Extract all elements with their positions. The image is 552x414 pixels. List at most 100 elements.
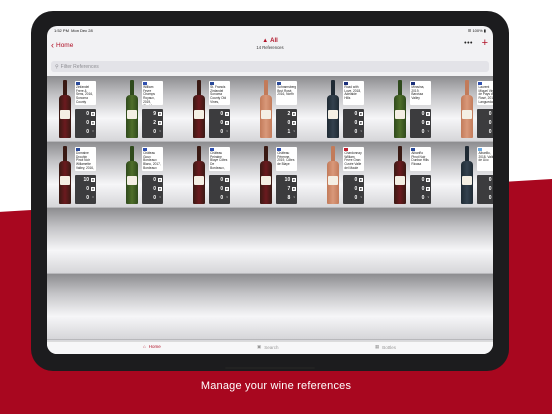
bottle-icon [126,80,139,138]
wine-reference-card[interactable]: Chardonnay William Fevre Gran Cuvée Vall… [324,144,365,206]
bottle-count-icon: ▤ [225,112,230,116]
wine-reference-card[interactable]: Château Pérenne, 2019, Côtes de Blaye 10 ▤… [257,144,298,206]
rack-count-icon: ▤ [225,121,230,125]
wine-reference-card[interactable]: Château Peiraine Blaye Côtes De Bordeaux… [190,144,231,206]
glass-icon: ▿ [159,129,161,133]
bottle-icon [461,146,474,204]
wine-name: Albariño Pinot Noir Dunbar Hills Ricasa [411,151,429,167]
bottle-count-icon: ▤ [359,178,364,182]
stock-counts: 9 ▤ 2 ▤ 0 ▿ [142,109,164,138]
wine-rack-icon: ▲ [262,38,269,44]
bottle-count-icon: ▤ [158,178,163,182]
stock-counts: 0▤0▤0▿ [142,175,164,204]
bottle-count-icon: ▤ [225,178,230,182]
rack-count-icon: ▤ [225,187,230,191]
wine-name: Château Goux Bordeaux Blanc, 2017, Borde… [143,151,161,170]
bottle-count-icon: ▤ [91,178,95,182]
wine-reference-card[interactable]: Miravina, 2019, Barossa Valley 0 ▤ 0 ▤ 0 ▿ [391,78,432,140]
status-bar: 1:52 PM Mon Dec 28 ☰ 100% ▮ [47,26,493,35]
count-value: 1 [287,129,291,135]
rack-count-icon: ▤ [359,121,364,125]
bottle-icon [126,146,139,204]
count-value: 0 [86,120,89,126]
rack-count-icon: ▤ [158,187,163,191]
wine-info: Schramsberg Brut Rosé, 2016, North [276,81,298,105]
navigation-bar: ‹ Home ▲ All 14 References ••• + [47,35,493,59]
shelf-row: Domaine Drouhin Pinot Noir Willamette Va… [56,144,493,206]
wine-reference-card[interactable]: William Fevre Champs Royaux, 2019, Chabl… [123,78,164,140]
stock-counts: 2 ▤ 0 ▤ 1 ▿ [276,109,298,138]
wine-reference-card[interactable]: Albarillo, 2018, Valle de Uco 0▤0▤0▿ [458,144,493,206]
tab-home[interactable]: ⌂ Home [143,344,161,349]
bottle-count-icon: ▤ [426,112,431,116]
bottle-label [462,176,473,185]
bottle-icon [193,80,206,138]
bottle-count-icon: ▤ [426,178,431,182]
glass-icon: ▿ [360,195,363,199]
wine-info: Chardonnay William Fevre Gran Cuvée Vall… [343,147,365,171]
rack-count-icon: ▤ [91,121,95,125]
count-value: 0 [153,129,157,135]
count-value: 0 [220,177,224,183]
count-value: 0 [354,111,358,117]
stock-counts: 10 ▤ 7 ▤ 8 ▿ [276,175,298,204]
wine-name: Domaine Drouhin Pinot Noir Willamette Va… [76,151,94,170]
wine-info: Albarillo, 2018, Valle de Uco [477,147,493,171]
count-value: 0 [220,186,224,192]
bottle-icon [327,80,340,138]
stock-counts: 0▤0▤0▿ [209,109,231,138]
bottle-icon [59,146,71,204]
count-value: 0 [86,129,89,135]
add-button[interactable]: + [482,37,488,49]
wine-info: Château Pérenne, 2019, Côtes de Blaye [276,147,298,171]
bottle-icon [394,146,407,204]
wine-reference-card[interactable]: Albariño Pinot Noir Dunbar Hills Ricasa 0… [391,144,432,206]
count-value: 0 [421,111,425,117]
count-value: 2 [287,111,291,117]
wine-name: St. Francis Zinfandel Sonoma County Old … [210,85,227,104]
wine-name: William Fevre Champs Royaux, 2019, Chabl… [143,85,155,105]
tab-bottles[interactable]: ▦ Bottles [375,344,396,350]
wine-reference-card[interactable]: Road with Love, 2018, Adelaide Hills 0 ▤ 0 ▤… [324,78,365,140]
stock-counts: 0▤0▤0▿ [477,175,493,204]
count-value: 0 [488,129,492,135]
wine-name: Zinfandel Frere & Sens, 2016, Sonoma Cou… [76,85,94,104]
tab-label: Search [264,344,279,350]
wine-reference-card[interactable]: Château Goux Bordeaux Blanc, 2017, Borde… [123,144,164,206]
bottle-label [60,176,70,185]
wine-name: Schramsberg Brut Rosé, 2016, North [277,85,297,97]
tab-search[interactable]: ▣ Search [257,344,279,350]
bottle-icon [461,80,474,138]
scan-icon: ▣ [257,344,262,349]
search-input[interactable]: ⚲ Filter References [51,61,489,72]
glass-icon: ▿ [159,195,161,199]
rack-count-icon: ▤ [292,121,297,125]
wine-name: Laurent Miquel Vin de Pays d'Oc Rosé, 20… [478,85,493,104]
rack-count-icon: ▤ [292,187,297,191]
wine-reference-card[interactable]: Zinfandel Frere & Sens, 2016, Sonoma Cou… [56,78,96,140]
wine-info: Miravina, 2019, Barossa Valley [410,81,432,105]
page-subtitle: 14 References [256,45,284,50]
wine-reference-card[interactable]: Schramsberg Brut Rosé, 2016, North 2 ▤ 0 ▤ 1 ▿ [257,78,298,140]
rack-count-icon: ▤ [426,121,431,125]
wine-reference-card[interactable]: Domaine Drouhin Pinot Noir Willamette Va… [56,144,96,206]
count-value: 0 [354,186,358,192]
count-value: 7 [287,186,291,192]
count-value: 0 [488,120,492,126]
bottle-label [60,110,70,119]
count-value: 0 [488,195,492,201]
count-value: 0 [421,129,425,135]
glass-icon: ▿ [427,129,430,133]
status-time: 1:52 PM Mon Dec 28 [54,28,93,33]
shelf-row: Zinfandel Frere & Sens, 2016, Sonoma Cou… [56,78,493,140]
more-button[interactable]: ••• [464,40,473,47]
glass-icon: ▿ [293,129,295,133]
wine-reference-card[interactable]: Laurent Miquel Vin de Pays d'Oc Rosé, 20… [458,78,493,140]
wine-name: Chardonnay William Fevre Gran Cuvée Vall… [344,151,362,170]
bottle-count-icon: ▤ [359,112,364,116]
wine-reference-card[interactable]: St. Francis Zinfandel Sonoma County Old … [190,78,231,140]
wine-info: Albariño Pinot Noir Dunbar Hills Ricasa [410,147,432,171]
bottle-icon [327,146,340,204]
bottle-label [328,110,339,119]
stock-counts: 0▤0▤0▿ [410,175,432,204]
